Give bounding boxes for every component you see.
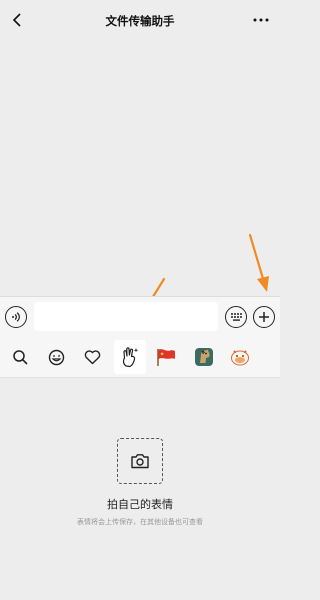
panel-subtitle: 表情将会上传保存，在其他设备也可查看 <box>77 518 203 526</box>
page-title: 文件传输助手 <box>105 14 175 28</box>
chat-message-area[interactable] <box>0 42 280 270</box>
input-bar <box>0 296 280 336</box>
tab-favorites[interactable] <box>76 340 108 374</box>
navigation-bar: 文件传输助手 <box>0 0 280 42</box>
horse-sticker-icon <box>195 348 213 366</box>
sticker-tab-bar <box>0 336 280 378</box>
tab-search[interactable] <box>4 340 36 374</box>
cartoon-sticker-icon <box>231 350 249 366</box>
tab-self-sticker[interactable] <box>114 340 146 374</box>
voice-button[interactable] <box>5 306 27 328</box>
tab-horse-sticker[interactable] <box>188 340 220 374</box>
red-flag-sticker-icon <box>157 349 175 366</box>
tab-red-flag-sticker[interactable] <box>150 340 182 374</box>
heart-icon <box>84 349 100 364</box>
keyboard-icon <box>230 313 242 321</box>
plus-icon <box>259 312 269 322</box>
more-button[interactable] <box>250 9 272 31</box>
keyboard-button[interactable] <box>225 306 247 328</box>
emoji-icon <box>48 349 64 365</box>
panel-title: 拍自己的表情 <box>107 498 173 511</box>
camera-icon <box>131 454 149 469</box>
hand-gesture-icon <box>122 347 139 368</box>
take-selfie-sticker-button[interactable] <box>117 438 163 484</box>
plus-button[interactable] <box>253 306 275 328</box>
tab-emoji[interactable] <box>40 340 72 374</box>
sticker-panel <box>0 378 280 600</box>
voice-icon <box>12 312 20 322</box>
tab-cartoon-sticker[interactable] <box>224 340 256 374</box>
message-input[interactable] <box>34 302 218 331</box>
search-icon <box>13 350 28 365</box>
ellipsis-icon <box>253 18 269 22</box>
